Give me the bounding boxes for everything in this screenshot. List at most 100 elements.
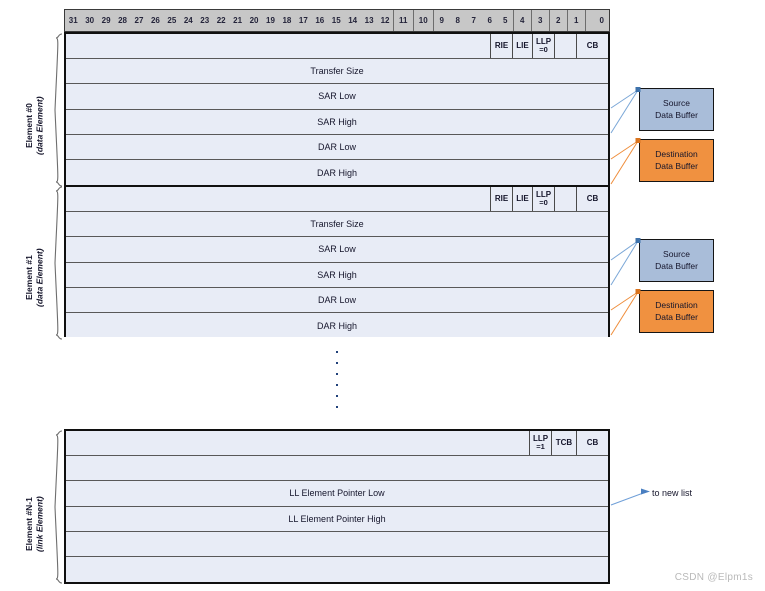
- sar-connector-1: [610, 240, 639, 286]
- element-0-row-transfer-size: Transfer Size: [66, 59, 608, 85]
- ellipsis-dot: [336, 362, 338, 364]
- element-n-1-row-ll-element-pointer-high: LL Element Pointer High: [66, 506, 608, 532]
- element-1-sar-high-text: SAR High: [317, 269, 357, 280]
- bit-label-3: 3: [532, 10, 550, 31]
- buffer-line-2: Data Buffer: [655, 109, 698, 120]
- flag-label: LIE: [516, 41, 529, 51]
- element-brace-0: [54, 33, 63, 187]
- element-0-row-sar-high: SAR High: [66, 109, 608, 135]
- element-label-main: Element #N-1: [24, 497, 34, 552]
- flag-sublabel: =1: [536, 442, 545, 452]
- flag-label: RIE: [494, 194, 509, 204]
- element-1-flag-reserved: [554, 187, 576, 212]
- bit-label-26: 26: [150, 16, 160, 25]
- element-n-1-flag-fields: LLP =1 TCB CB: [529, 431, 608, 456]
- dar-connector-0: [610, 140, 639, 185]
- flag-label: CB: [586, 41, 599, 51]
- diagram-canvas: 31 30 29 28 27 26 25 24 23 22 21 20 19 18 17 16 15 14 13 12…: [0, 0, 765, 591]
- element-0-transfer-size-text: Transfer Size: [310, 66, 364, 77]
- element-0-flag-llp: LLP =0: [532, 34, 554, 59]
- buffer-line-2: Data Buffer: [655, 311, 698, 322]
- element-0-row-dar-low: DAR Low: [66, 134, 608, 160]
- bit-label-30: 30: [85, 16, 95, 25]
- bit-label-5: 5: [498, 10, 514, 31]
- ellipsis-dot: [336, 373, 338, 375]
- bit-label-6: 6: [487, 16, 492, 25]
- element-1-flag-lie: LIE: [512, 187, 532, 212]
- bit-label-15: 15: [331, 16, 341, 25]
- element-1-flag-fields: RIE LIE LLP =0 CB: [490, 187, 608, 212]
- source-data-buffer-1[interactable]: Source Data Buffer: [639, 239, 714, 282]
- bit-label-12: 12: [377, 10, 394, 31]
- bit-label-17: 17: [298, 16, 308, 25]
- ellipsis-dot: [336, 395, 338, 397]
- bit-label-4: 4: [514, 10, 532, 31]
- element-1-row-transfer-size: Transfer Size: [66, 212, 608, 238]
- ellipsis-dot: [336, 406, 338, 408]
- source-data-buffer-0[interactable]: Source Data Buffer: [639, 88, 714, 131]
- vertical-ellipsis: [336, 351, 338, 408]
- element-label-kind: (link Element): [34, 496, 45, 553]
- element-n-1-flag-llp: LLP =1: [529, 431, 551, 456]
- flag-label: RIE: [494, 41, 509, 51]
- bit-label-19: 19: [266, 16, 275, 25]
- element-n-1-row-reserved-2: [66, 531, 608, 557]
- buffer-line-1: Destination: [655, 300, 698, 311]
- bit-label-27: 27: [134, 16, 144, 25]
- ellipsis-dot: [336, 351, 338, 353]
- element-0-label: Element #0 (data Element): [24, 66, 45, 186]
- element-0-flag-lie: LIE: [512, 34, 532, 59]
- new-list-arrowhead: [641, 488, 650, 495]
- element-1-row-control: RIE LIE LLP =0 CB: [66, 187, 608, 213]
- element-1-row-dar-low: DAR Low: [66, 287, 608, 313]
- watermark: CSDN @Elpm1s: [674, 572, 753, 583]
- ellipsis-dot: [336, 384, 338, 386]
- element-n-1-table: LLP =1 TCB CB LL Element Pointer Low LL Eleme…: [64, 429, 610, 585]
- bit-label-13: 13: [364, 16, 374, 25]
- element-n-1-label: Element #N-1 (link Element): [24, 462, 45, 587]
- element-brace-2: [54, 430, 63, 584]
- bit-label-20: 20: [249, 16, 259, 25]
- element-0-sar-low-text: SAR Low: [318, 91, 356, 102]
- element-label-main: Element #0: [24, 103, 34, 149]
- destination-data-buffer-1[interactable]: Destination Data Buffer: [639, 290, 714, 333]
- bit-label-1: 1: [568, 10, 586, 31]
- bit-label-22: 22: [216, 16, 226, 25]
- bit-number-header: 31 30 29 28 27 26 25 24 23 22 21 20 19 18 17 16 15 14 13 12…: [64, 9, 610, 32]
- element-0-row-dar-high: DAR High: [66, 159, 608, 186]
- element-0-flag-cb: CB: [576, 34, 608, 59]
- element-0-flag-fields: RIE LIE LLP =0 CB: [490, 34, 608, 59]
- flag-sublabel: =0: [539, 198, 548, 208]
- element-1-transfer-size-text: Transfer Size: [310, 219, 364, 230]
- element-0-table: RIE LIE LLP =0 CB Transfer Size SAR Low SAR Hig…: [64, 32, 610, 188]
- element-n-1-ll-element-pointer-high-text: LL Element Pointer High: [288, 513, 386, 524]
- dar-connector-1: [610, 291, 639, 336]
- element-0-row-control: RIE LIE LLP =0 CB: [66, 34, 608, 60]
- element-1-row-dar-high: DAR High: [66, 312, 608, 339]
- bit-label-21: 21: [233, 16, 243, 25]
- destination-data-buffer-0[interactable]: Destination Data Buffer: [639, 139, 714, 182]
- element-n-1-row-ll-element-pointer-low: LL Element Pointer Low: [66, 481, 608, 507]
- bit-label-25: 25: [167, 16, 177, 25]
- flag-label: CB: [586, 194, 599, 204]
- bit-label-8: 8: [455, 16, 460, 25]
- element-n-1-ll-element-pointer-low-text: LL Element Pointer Low: [289, 488, 385, 499]
- element-n-1-row-control: LLP =1 TCB CB: [66, 431, 608, 457]
- bit-label-16: 16: [315, 16, 325, 25]
- element-0-sar-high-text: SAR High: [317, 116, 357, 127]
- bit-label-28: 28: [118, 16, 127, 25]
- element-0-flag-rie: RIE: [490, 34, 512, 59]
- bit-label-24: 24: [183, 16, 193, 25]
- ellipsis-band: [64, 337, 610, 429]
- bit-label-14: 14: [348, 16, 358, 25]
- element-1-flag-llp: LLP =0: [532, 187, 554, 212]
- element-label-kind: (data Element): [34, 248, 45, 308]
- bit-label-2: 2: [550, 10, 568, 31]
- bit-label-10: 10: [414, 10, 434, 31]
- buffer-line-2: Data Buffer: [655, 260, 698, 271]
- element-1-dar-high-text: DAR High: [316, 320, 357, 331]
- element-n-1-flag-cb: CB: [576, 431, 608, 456]
- bit-label-7: 7: [471, 16, 476, 25]
- element-1-label: Element #1 (data Element): [24, 218, 45, 338]
- element-1-row-sar-low: SAR Low: [66, 237, 608, 263]
